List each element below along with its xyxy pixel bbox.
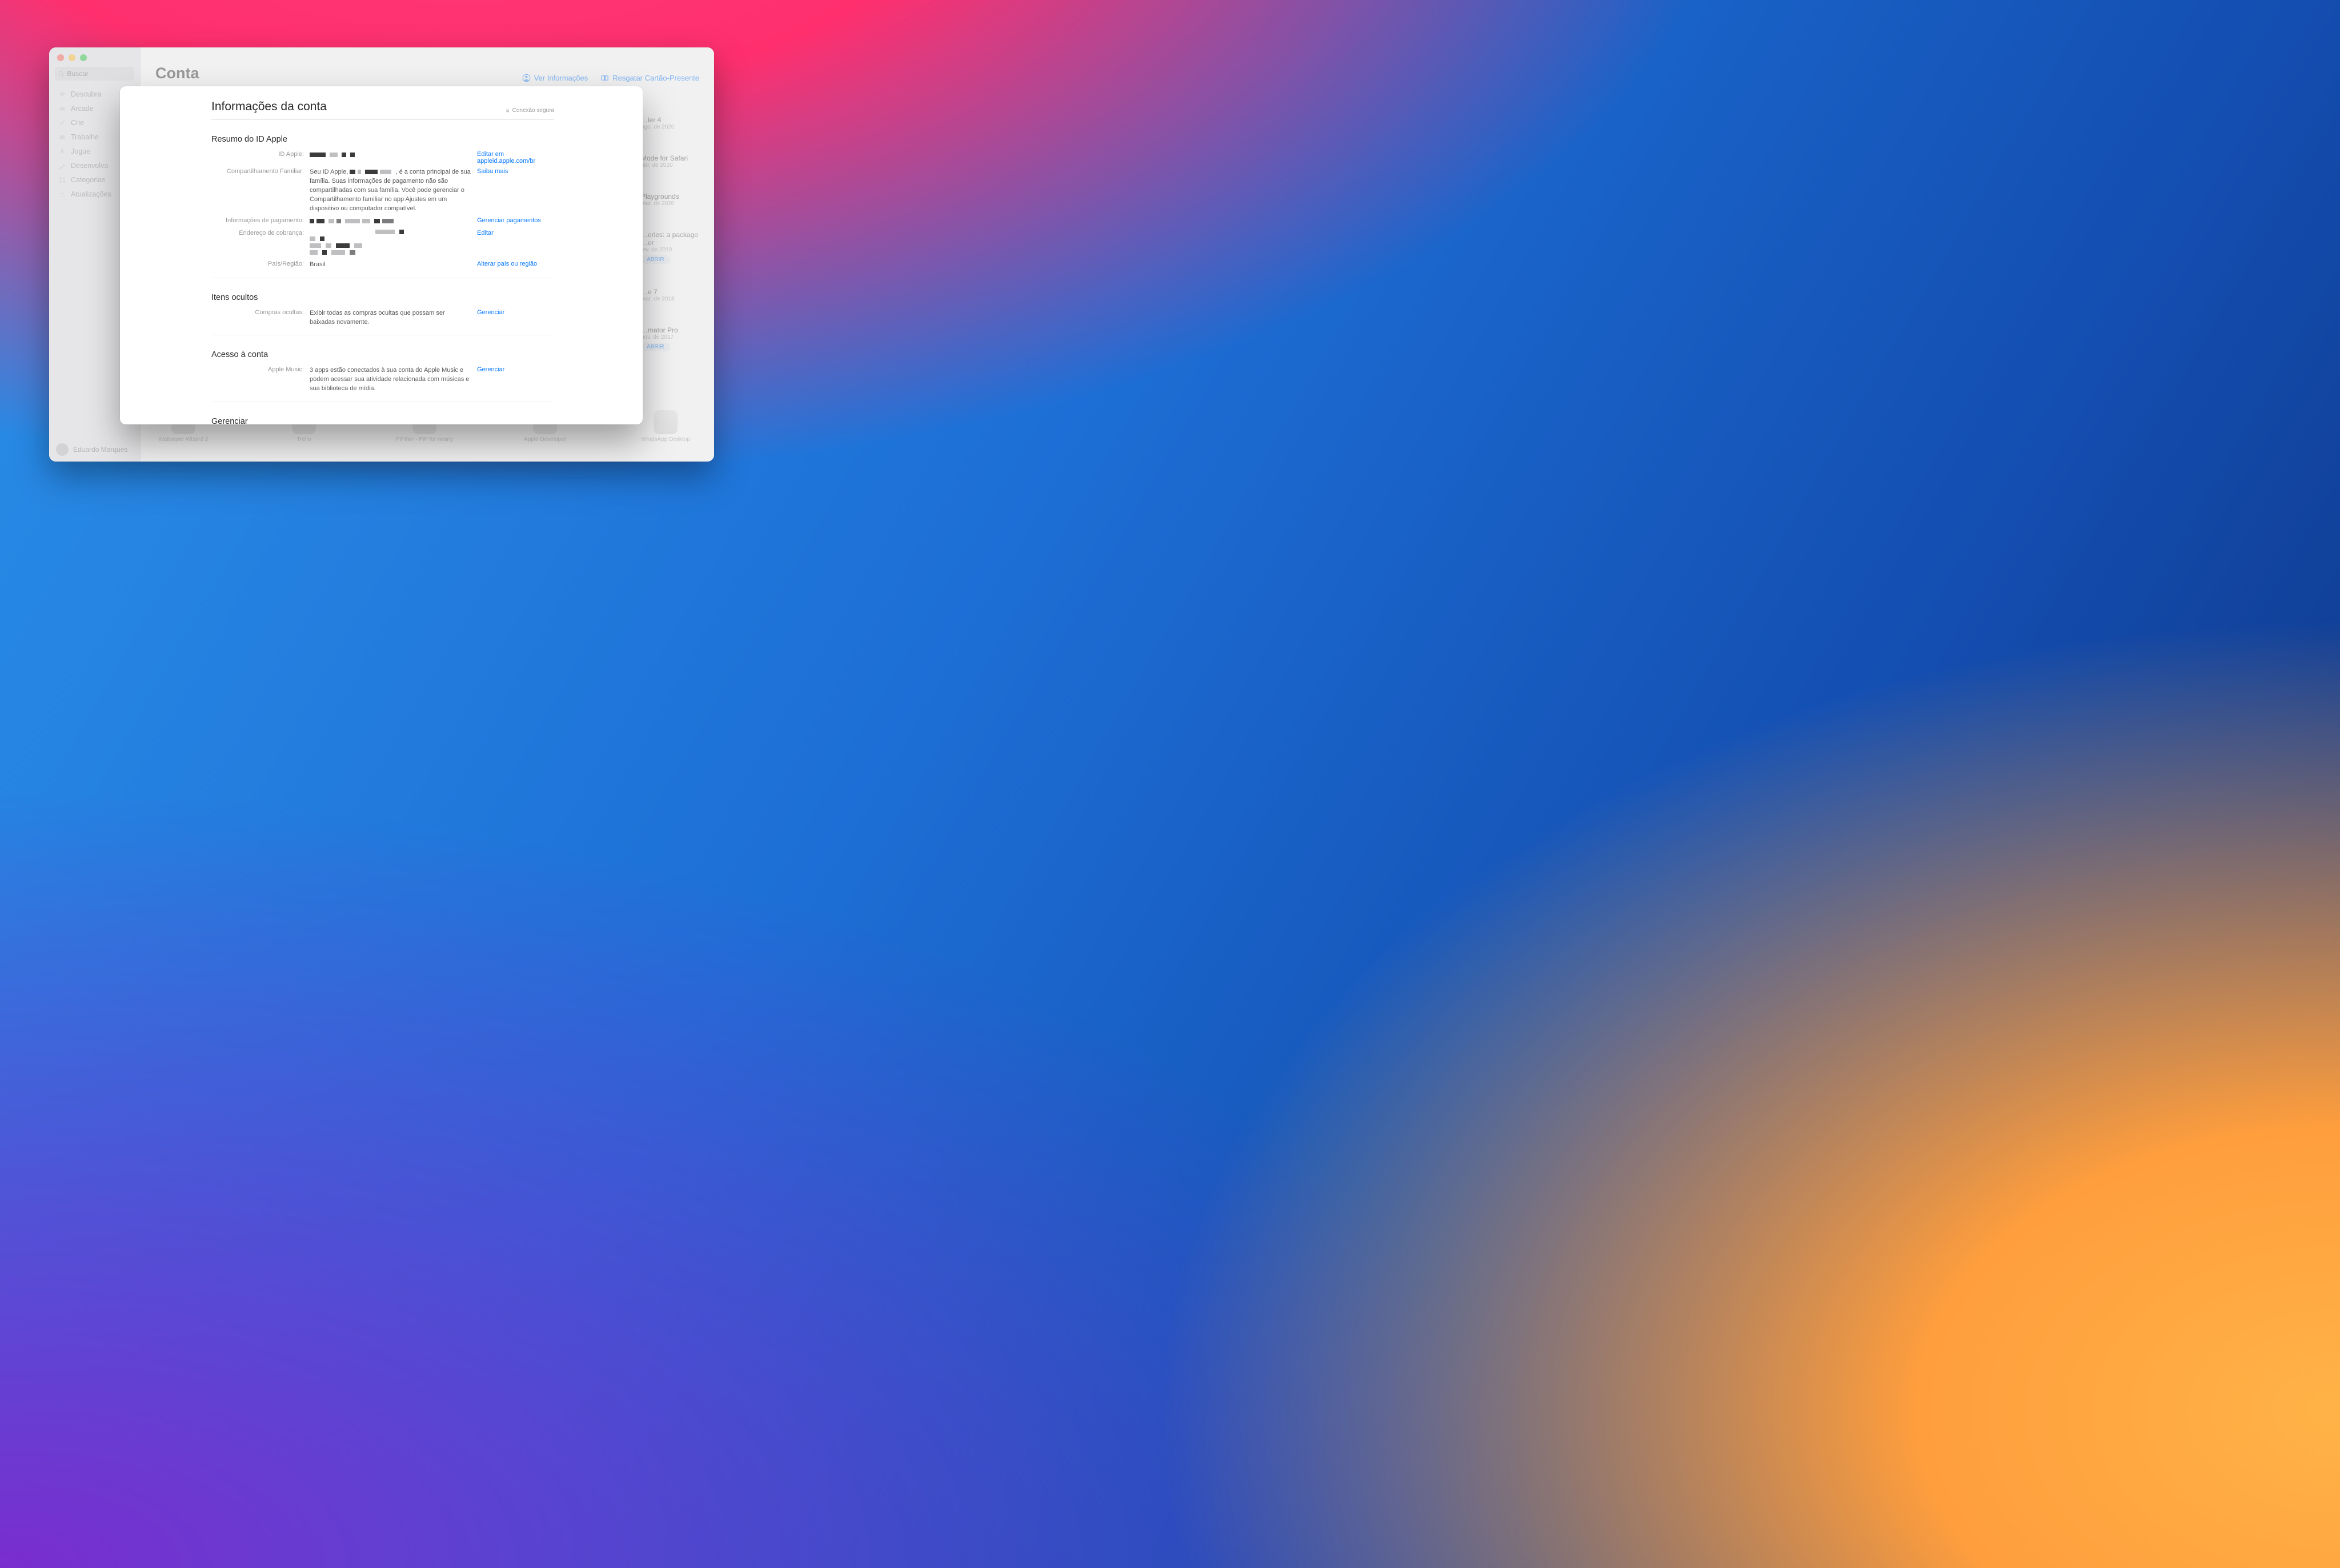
account-info-modal: Informações da conta Conexão segura Resu…	[120, 86, 643, 424]
sidebar-item-label: Categorias	[71, 176, 105, 184]
row-hidden-purchases: Compras ocultas: Exibir todas as compras…	[211, 309, 554, 327]
close-window-icon[interactable]	[57, 54, 64, 61]
gift-card-icon	[600, 74, 609, 82]
manage-hidden-link[interactable]: Gerenciar	[477, 309, 504, 316]
sidebar-item-label: Arcade	[71, 105, 94, 113]
brush-icon	[58, 119, 66, 127]
sidebar-item-label: Trabalhe	[71, 133, 99, 141]
section-title: Itens ocultos	[211, 293, 554, 302]
manage-payments-link[interactable]: Gerenciar pagamentos	[477, 217, 541, 224]
row-country: País/Região: Brasil Alterar país ou regi…	[211, 260, 554, 270]
header-actions: Ver Informações Resgatar Cartão-Presente	[522, 74, 699, 82]
sidebar-item-label: Jogue	[71, 147, 90, 155]
person-circle-icon	[522, 74, 531, 82]
content-header: Conta Ver Informações Resgatar Cartão-Pr…	[141, 47, 714, 82]
avatar	[56, 443, 69, 456]
right-app-list: …ler 4ago. de 2020 Mode for Safariabr. d…	[641, 116, 704, 375]
rocket-icon	[58, 147, 66, 155]
briefcase-icon	[58, 133, 66, 141]
edit-billing-link[interactable]: Editar	[477, 230, 494, 236]
secure-connection-badge: Conexão segura	[505, 107, 554, 114]
billing-address-redacted	[310, 230, 477, 257]
page-title: Conta	[155, 65, 199, 82]
payment-info-redacted	[310, 217, 477, 226]
manage-music-link[interactable]: Gerenciar	[477, 366, 504, 373]
apple-id-value-redacted	[310, 151, 477, 165]
edit-apple-id-link[interactable]: Editar em appleid.apple.com/br	[477, 151, 535, 165]
account-name: Eduardo Marques	[73, 446, 127, 454]
arcade-icon	[58, 105, 66, 113]
list-item[interactable]: …ler 4ago. de 2020	[641, 116, 704, 130]
redeem-gift-link[interactable]: Resgatar Cartão-Presente	[600, 74, 699, 82]
search-input[interactable]	[67, 70, 131, 78]
list-item[interactable]: Playgroundsmar. de 2020	[641, 193, 704, 207]
change-country-link[interactable]: Alterar país ou região	[477, 260, 537, 267]
sidebar-item-label: Descubra	[71, 90, 102, 98]
row-billing-address: Endereço de cobrança: Editar	[211, 230, 554, 257]
search-field[interactable]	[55, 67, 134, 81]
section-title: Acesso à conta	[211, 350, 554, 359]
modal-title: Informações da conta	[211, 100, 327, 114]
list-item[interactable]: …eries: a package …erfev. de 2019ABRIR	[641, 231, 704, 264]
row-payment-info: Informações de pagamento: Gerenciar paga…	[211, 217, 554, 226]
download-icon	[58, 190, 66, 198]
list-item[interactable]: Mode for Safariabr. de 2020	[641, 154, 704, 169]
search-icon	[58, 70, 65, 78]
grid-icon	[58, 176, 66, 184]
sidebar-item-label: Crie	[71, 119, 84, 127]
hammer-icon	[58, 162, 66, 170]
country-value: Brasil	[310, 260, 477, 270]
open-button[interactable]: ABRIR	[641, 255, 670, 264]
account-footer[interactable]: Eduardo Marques	[49, 439, 140, 462]
sidebar-item-label: Desenvolva	[71, 162, 108, 170]
app-icon	[654, 410, 678, 434]
open-button[interactable]: ABRIR	[641, 343, 670, 351]
row-family-sharing: Compartilhamento Familiar: Seu ID Apple,…	[211, 168, 554, 214]
family-sharing-value: Seu ID Apple, , é a conta principal de s…	[310, 168, 477, 214]
view-info-link[interactable]: Ver Informações	[522, 74, 588, 82]
star-icon	[58, 90, 66, 98]
section-title: Resumo do ID Apple	[211, 135, 554, 144]
lock-icon	[505, 108, 510, 113]
row-apple-id: ID Apple: Editar em appleid.apple.com/br	[211, 151, 554, 165]
row-apple-music: Apple Music: 3 apps estão conectados à s…	[211, 366, 554, 394]
list-item[interactable]: …e 7mar. de 2018	[641, 288, 704, 302]
fullscreen-window-icon[interactable]	[80, 54, 87, 61]
minimize-window-icon[interactable]	[69, 54, 75, 61]
window-controls[interactable]	[49, 51, 140, 67]
list-item[interactable]: …mator Pronov. de 2017ABRIR	[641, 326, 704, 351]
sidebar-item-label: Atualizações	[71, 190, 111, 198]
section-title: Gerenciar	[211, 417, 554, 424]
family-learnmore-link[interactable]: Saiba mais	[477, 168, 508, 175]
app-tile[interactable]: WhatsApp Desktop	[634, 410, 697, 462]
